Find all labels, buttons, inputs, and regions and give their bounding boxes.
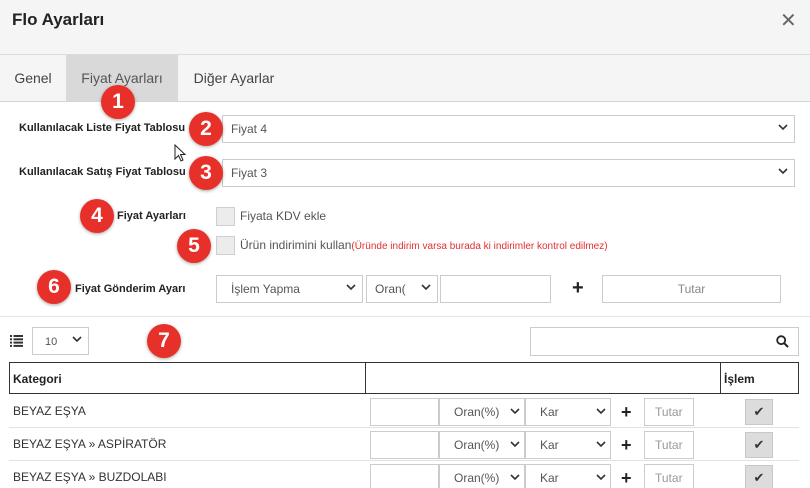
chevron-down-icon bbox=[421, 276, 431, 302]
sales-price-label: Kullanılacak Satış Fiyat Tablosu bbox=[19, 166, 186, 178]
list-price-select[interactable]: Fiyat 4 bbox=[222, 115, 795, 143]
annotation-badge-4: 4 bbox=[80, 199, 114, 233]
mouse-cursor-icon bbox=[174, 144, 187, 162]
annotation-badge-1: 1 bbox=[101, 85, 135, 119]
page-size-select[interactable]: 10 bbox=[32, 327, 89, 355]
chevron-down-icon bbox=[510, 465, 520, 488]
row-type-value: Kar bbox=[540, 471, 559, 485]
row-ratio-select[interactable]: Oran(%) bbox=[439, 398, 525, 426]
row-type-select[interactable]: Kar bbox=[525, 398, 611, 426]
discount-checkbox-text: Ürün indirimini kullan(Üründe indirim va… bbox=[240, 238, 608, 252]
send-ratio-select[interactable]: Oran( bbox=[366, 275, 438, 303]
send-ratio-input[interactable] bbox=[440, 275, 551, 303]
category-name: BEYAZ EŞYA bbox=[13, 404, 86, 418]
tab-diger-ayarlar[interactable]: Diğer Ayarlar bbox=[178, 55, 290, 101]
list-icon[interactable] bbox=[10, 335, 23, 347]
row-tutar-input[interactable]: Tutar bbox=[644, 398, 694, 426]
chevron-down-icon bbox=[778, 160, 788, 186]
column-header-settings bbox=[365, 362, 721, 394]
row-ratio-input[interactable] bbox=[370, 464, 439, 488]
price-settings-label: Fiyat Ayarları bbox=[117, 210, 186, 222]
chevron-down-icon bbox=[596, 399, 606, 425]
send-mode-select[interactable]: İşlem Yapma bbox=[216, 275, 363, 303]
discount-checkbox[interactable] bbox=[216, 236, 235, 255]
list-price-value: Fiyat 4 bbox=[231, 122, 268, 136]
modal-title: Flo Ayarları bbox=[12, 10, 105, 29]
discount-warning: (Üründe indirim varsa burada ki indiriml… bbox=[351, 241, 608, 252]
sales-price-select[interactable]: Fiyat 3 bbox=[222, 159, 795, 187]
send-mode-value: İşlem Yapma bbox=[231, 282, 300, 296]
row-ratio-value: Oran(%) bbox=[454, 471, 500, 485]
annotation-badge-7: 7 bbox=[147, 324, 181, 358]
check-icon[interactable]: ✔ bbox=[745, 465, 773, 488]
chevron-down-icon bbox=[510, 399, 520, 425]
sales-price-value: Fiyat 3 bbox=[231, 166, 268, 180]
check-icon[interactable]: ✔ bbox=[745, 399, 773, 425]
chevron-down-icon bbox=[596, 465, 606, 488]
row-type-value: Kar bbox=[540, 405, 559, 419]
row-ratio-select[interactable]: Oran(%) bbox=[439, 464, 525, 488]
discount-checkbox-label: Ürün indirimini kullan bbox=[240, 238, 352, 252]
annotation-badge-6: 6 bbox=[37, 270, 71, 304]
row-divider bbox=[9, 460, 799, 461]
row-divider bbox=[9, 427, 799, 428]
annotation-badge-2: 2 bbox=[189, 112, 223, 146]
send-ratio-value: Oran( bbox=[375, 282, 406, 296]
annotation-badge-5: 5 bbox=[177, 229, 211, 263]
row-tutar-input[interactable]: Tutar bbox=[644, 464, 694, 488]
row-type-value: Kar bbox=[540, 438, 559, 452]
page-size-value: 10 bbox=[45, 336, 58, 348]
category-name: BEYAZ EŞYA » BUZDOLABI bbox=[13, 470, 167, 484]
list-price-label: Kullanılacak Liste Fiyat Tablosu bbox=[19, 122, 186, 134]
check-icon[interactable]: ✔ bbox=[745, 432, 773, 458]
modal-header: Flo Ayarları ✕ bbox=[0, 0, 810, 55]
close-icon[interactable]: ✕ bbox=[780, 11, 797, 31]
send-setting-label: Fiyat Gönderim Ayarı bbox=[75, 283, 186, 295]
tab-genel[interactable]: Genel bbox=[0, 55, 66, 101]
kdv-checkbox-label: Fiyata KDV ekle bbox=[240, 209, 327, 223]
row-type-select[interactable]: Kar bbox=[525, 464, 611, 488]
search-icon[interactable] bbox=[776, 335, 789, 348]
plus-icon[interactable]: + bbox=[621, 435, 632, 455]
tutar-input[interactable]: Tutar bbox=[602, 275, 781, 303]
chevron-down-icon bbox=[346, 276, 356, 302]
row-tutar-input[interactable]: Tutar bbox=[644, 431, 694, 459]
table-search-input[interactable] bbox=[530, 327, 799, 356]
kdv-checkbox[interactable] bbox=[216, 207, 235, 226]
section-divider bbox=[0, 316, 810, 317]
row-ratio-select[interactable]: Oran(%) bbox=[439, 431, 525, 459]
row-ratio-value: Oran(%) bbox=[454, 405, 500, 419]
chevron-down-icon bbox=[510, 432, 520, 458]
chevron-down-icon bbox=[596, 432, 606, 458]
chevron-down-icon bbox=[72, 328, 82, 354]
plus-icon[interactable]: + bbox=[621, 468, 632, 488]
category-name: BEYAZ EŞYA » ASPİRATÖR bbox=[13, 437, 167, 451]
row-ratio-input[interactable] bbox=[370, 431, 439, 459]
plus-icon[interactable]: + bbox=[621, 402, 632, 422]
plus-icon[interactable]: + bbox=[572, 278, 584, 298]
row-ratio-value: Oran(%) bbox=[454, 438, 500, 452]
row-ratio-input[interactable] bbox=[370, 398, 439, 426]
chevron-down-icon bbox=[778, 116, 788, 142]
row-type-select[interactable]: Kar bbox=[525, 431, 611, 459]
annotation-badge-3: 3 bbox=[189, 156, 223, 190]
column-header-islem: İşlem bbox=[720, 362, 799, 394]
column-header-kategori[interactable]: Kategori bbox=[9, 362, 366, 394]
